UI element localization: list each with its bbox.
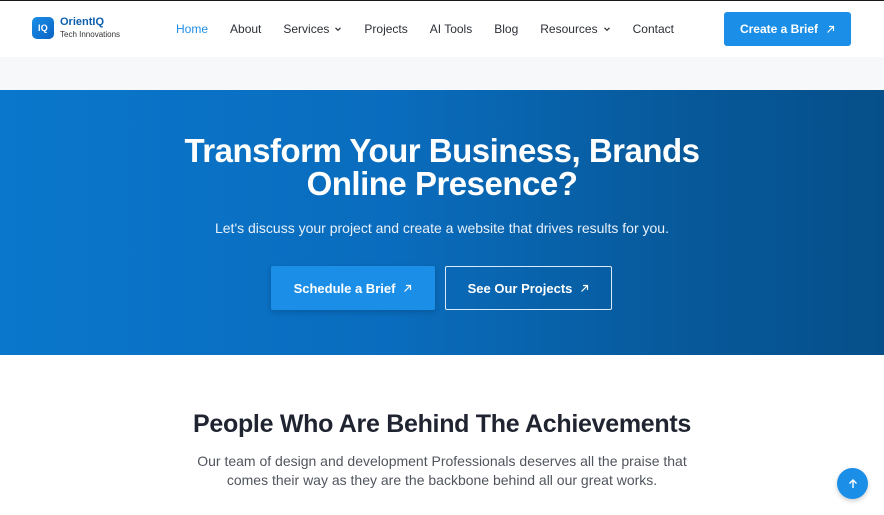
arrow-up-right-icon — [581, 284, 589, 292]
team-text-line-2: comes their way as they are the backbone… — [226, 472, 658, 488]
hero-title-line-2: Online Presence? — [306, 165, 578, 202]
hero-subtitle: Let's discuss your project and create a … — [214, 220, 669, 236]
nav-item-label: Blog — [494, 22, 519, 36]
schedule-brief-label: Schedule a Brief — [293, 280, 396, 296]
logo-text: OrientIQ Tech Innovations — [60, 17, 120, 39]
nav-item-label: Services — [283, 22, 330, 36]
main-nav: Home About Services Projects AI Tools Bl… — [176, 1, 696, 57]
hero-title-line-1: Transform Your Business, Brands — [184, 132, 700, 169]
nav-item-projects[interactable]: Projects — [364, 22, 407, 36]
brand-logo[interactable]: IQ OrientIQ Tech Innovations — [32, 17, 120, 39]
nav-item-home[interactable]: Home — [176, 22, 208, 36]
nav-item-label: Resources — [540, 22, 598, 36]
brand-tagline: Tech Innovations — [60, 30, 121, 39]
header-subband — [0, 57, 884, 91]
team-section-title: People Who Are Behind The Achievements — [193, 410, 691, 438]
team-text-line-1: Our team of design and development Profe… — [197, 453, 687, 469]
nav-item-ai-tools[interactable]: AI Tools — [430, 22, 472, 36]
nav-item-resources[interactable]: Resources — [540, 22, 610, 36]
team-section-text: Our team of design and development Profe… — [172, 452, 712, 490]
see-projects-label: See Our Projects — [467, 280, 573, 296]
arrow-up-right-icon — [404, 284, 412, 292]
nav-item-label: Home — [176, 22, 209, 36]
logo-mark: IQ — [32, 17, 54, 39]
arrow-up-right-icon — [827, 25, 835, 33]
arrow-up-icon — [848, 478, 857, 488]
create-brief-label: Create a Brief — [739, 22, 819, 36]
navbar: IQ OrientIQ Tech Innovations Home About … — [0, 1, 884, 57]
nav-item-label: About — [230, 22, 262, 36]
nav-item-about[interactable]: About — [230, 22, 261, 36]
scroll-to-top-button[interactable] — [837, 468, 868, 499]
create-brief-button[interactable]: Create a Brief — [724, 12, 851, 46]
nav-item-label: Contact — [632, 22, 674, 36]
schedule-brief-button[interactable]: Schedule a Brief — [271, 266, 435, 310]
nav-item-blog[interactable]: Blog — [494, 22, 518, 36]
hero-title: Transform Your Business, Brands Online P… — [0, 134, 884, 200]
nav-item-contact[interactable]: Contact — [633, 22, 674, 36]
brand-name: OrientIQ — [60, 16, 105, 28]
nav-item-label: Projects — [364, 22, 408, 36]
nav-item-label: AI Tools — [429, 22, 473, 36]
chevron-down-icon — [603, 27, 610, 32]
nav-item-services[interactable]: Services — [283, 22, 342, 36]
see-projects-button[interactable]: See Our Projects — [445, 266, 612, 310]
hero-section: Transform Your Business, Brands Online P… — [0, 90, 884, 355]
chevron-down-icon — [335, 27, 342, 32]
